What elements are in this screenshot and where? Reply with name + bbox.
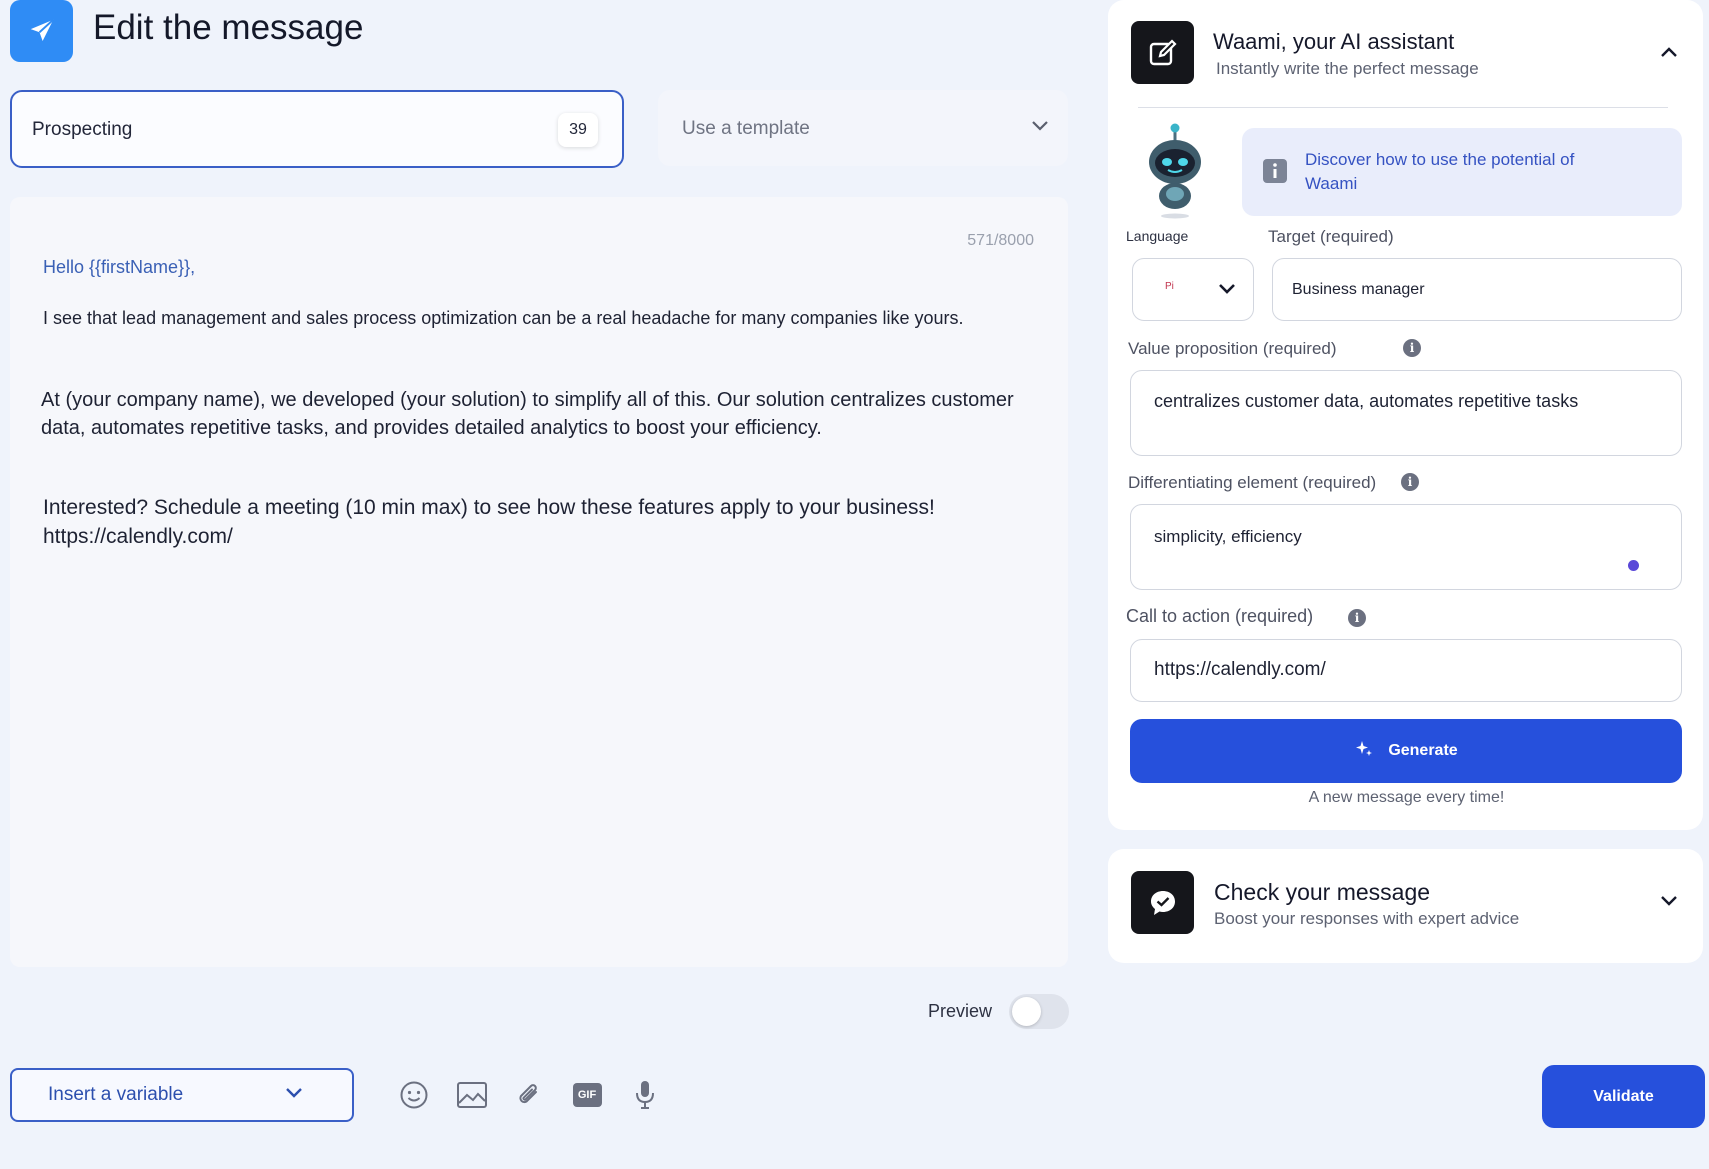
robot-mascot-icon [1142,120,1208,220]
info-icon[interactable]: i [1403,339,1421,357]
chevron-up-icon[interactable] [1659,45,1679,64]
message-name-input[interactable]: Prospecting 39 [10,90,624,168]
message-paragraph: I see that lead management and sales pro… [43,308,964,328]
message-editor[interactable]: 571/8000 Hello {{firstName}}, I see that… [10,197,1068,967]
generate-button[interactable]: Generate [1130,719,1682,783]
language-flag: Pi [1165,281,1174,292]
generate-note: A new message every time! [1308,789,1505,806]
info-icon[interactable]: i [1348,609,1366,627]
emoji-icon[interactable] [397,1078,431,1112]
chat-check-icon [1131,871,1194,934]
message-paragraph: Interested? Schedule a meeting (10 min m… [43,494,1043,552]
microphone-icon[interactable] [628,1078,662,1112]
character-counter: 571/8000 [967,232,1034,249]
template-select[interactable]: Use a template [658,90,1068,166]
character-remaining-badge: 39 [558,113,598,147]
check-message-panel[interactable]: Check your message Boost your responses … [1108,849,1703,963]
language-label: Language [1126,228,1189,244]
message-link: https://calendly.com/ [43,524,233,548]
resize-handle-dot [1628,560,1639,571]
message-paragraph: At (your company name), we developed (yo… [41,389,1014,439]
info-text: Discover how to use the potential of Waa… [1305,150,1575,193]
chevron-down-icon [1217,281,1237,300]
chevron-down-icon[interactable] [1659,893,1679,912]
toggle-knob [1012,997,1041,1026]
paper-plane-icon [10,0,73,62]
gif-label: GIF [572,1083,602,1107]
differentiating-element-label: Differentiating element (required) [1128,473,1377,492]
message-cta-text: Interested? Schedule a meeting (10 min m… [43,496,935,519]
ai-assistant-subtitle: Instantly write the perfect message [1216,59,1479,78]
info-icon [1262,158,1288,189]
gif-icon[interactable]: GIF [570,1078,604,1112]
validate-button[interactable]: Validate [1542,1065,1705,1128]
target-value: Business manager [1292,281,1425,298]
chevron-down-icon [284,1085,304,1104]
info-icon[interactable]: i [1401,473,1419,491]
message-name-value: Prospecting [32,119,133,140]
message-greeting: Hello {{firstName}}, [43,257,196,277]
value-proposition-value: centralizes customer data, automates rep… [1154,391,1579,411]
target-label: Target (required) [1268,227,1394,246]
page-title: Edit the message [93,8,364,47]
edit-icon [1131,21,1194,84]
attachment-icon[interactable] [512,1078,546,1112]
divider [1138,107,1668,108]
differentiating-element-input[interactable]: simplicity, efficiency [1130,504,1682,590]
differentiating-element-value: simplicity, efficiency [1154,527,1302,546]
insert-variable-label: Insert a variable [48,1084,184,1105]
preview-label: Preview [928,1001,993,1021]
target-input[interactable]: Business manager [1272,258,1682,321]
sparkle-icon [1354,739,1374,764]
waami-info-banner[interactable]: Discover how to use the potential of Waa… [1242,128,1682,216]
template-select-placeholder: Use a template [682,118,810,139]
call-to-action-label: Call to action (required) [1126,606,1314,626]
check-message-subtitle: Boost your responses with expert advice [1214,909,1520,928]
call-to-action-input[interactable]: https://calendly.com/ [1130,639,1682,702]
preview-toggle[interactable] [1009,994,1069,1029]
check-message-title: Check your message [1214,879,1431,905]
language-select[interactable]: Pi [1132,258,1254,321]
image-icon[interactable] [455,1078,489,1112]
insert-variable-select[interactable]: Insert a variable [10,1068,354,1122]
chevron-down-icon [1030,118,1050,137]
generate-label: Generate [1388,742,1458,759]
ai-assistant-panel: Waami, your AI assistant Instantly write… [1108,0,1703,830]
value-proposition-label: Value proposition (required) [1128,339,1337,358]
ai-assistant-title: Waami, your AI assistant [1213,29,1455,54]
value-proposition-input[interactable]: centralizes customer data, automates rep… [1130,370,1682,456]
call-to-action-value: https://calendly.com/ [1154,659,1326,680]
